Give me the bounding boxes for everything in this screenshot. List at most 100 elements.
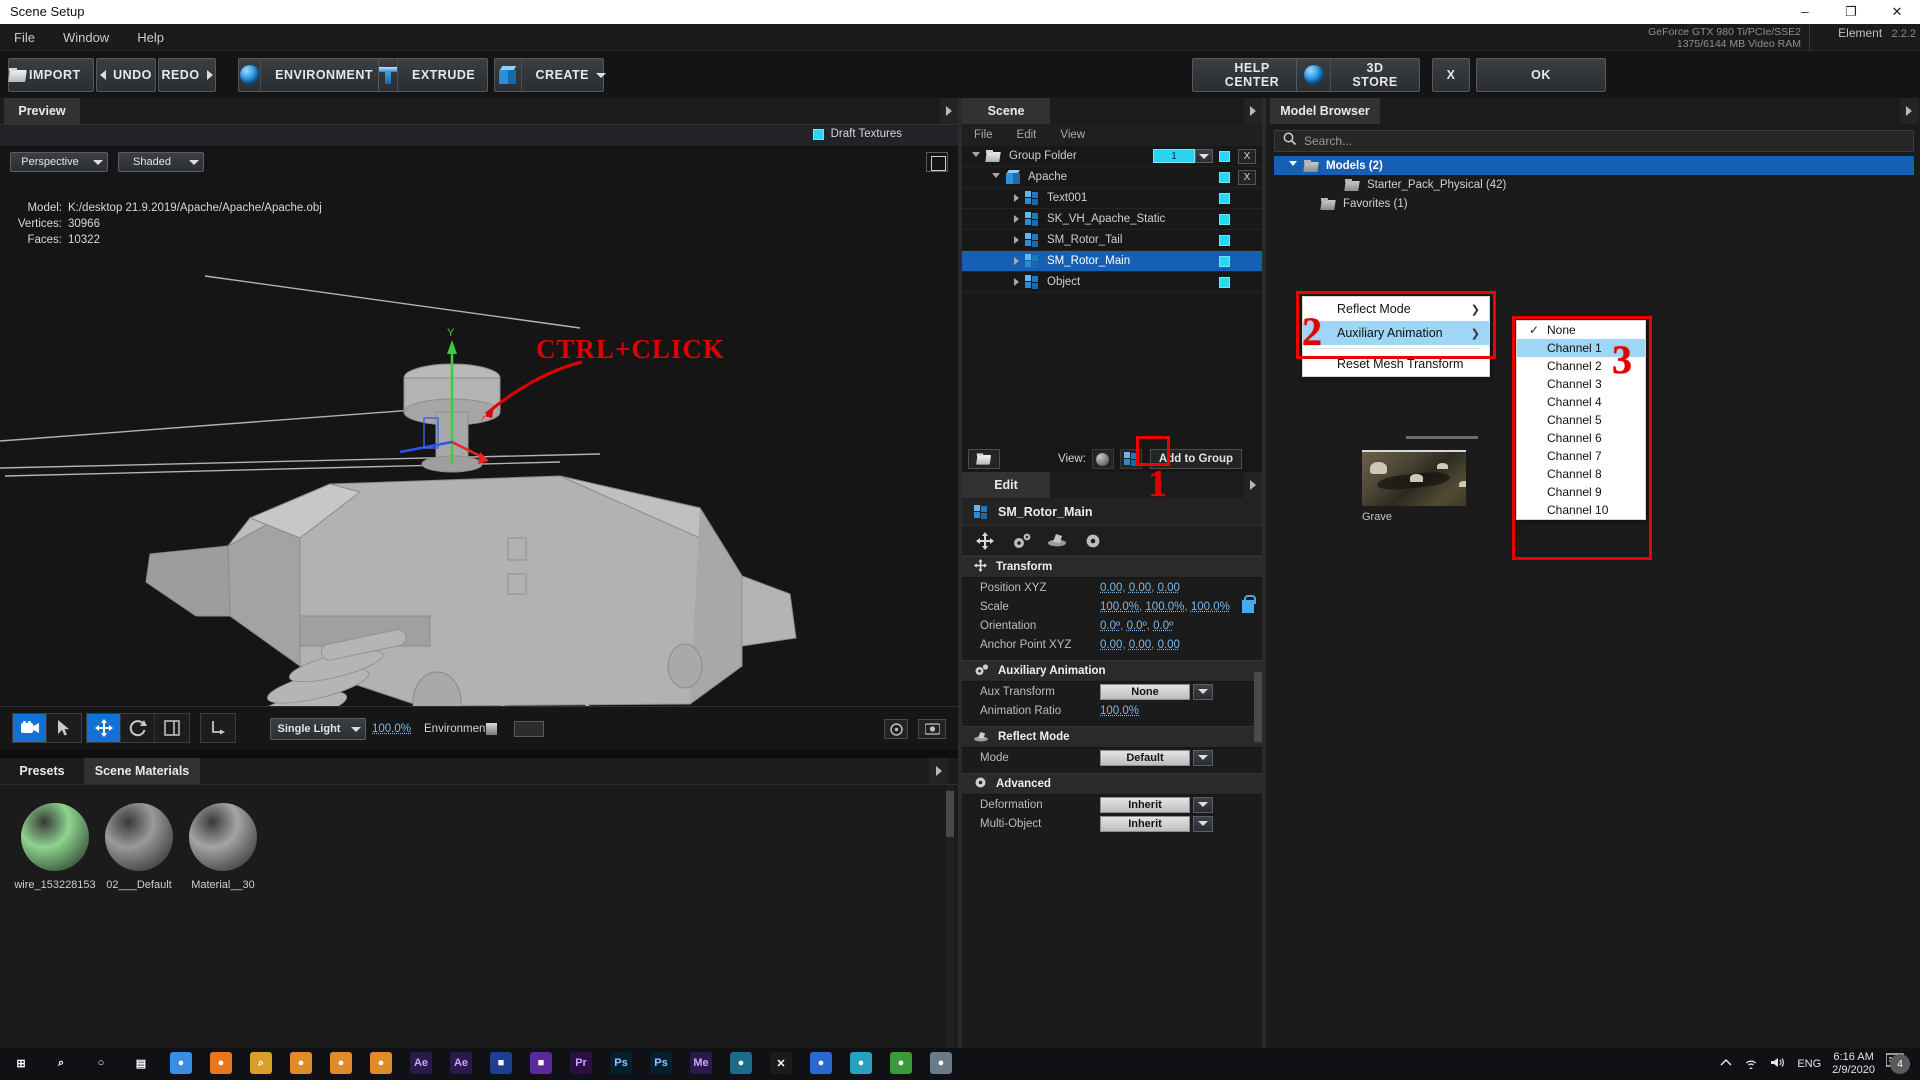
channel-menu-item[interactable]: Channel 8 xyxy=(1517,465,1645,483)
channel-menu-item[interactable]: Channel 6 xyxy=(1517,429,1645,447)
taskbar-after-effects-1[interactable]: Ae xyxy=(410,1052,434,1076)
material-item[interactable]: Material__30 xyxy=(168,803,278,891)
taskbar-after-effects-2[interactable]: Ae xyxy=(450,1052,474,1076)
ok-button[interactable]: OK xyxy=(1476,58,1606,92)
3d-viewport[interactable]: Y Perspective Shaded Model: K:/desktop 2… xyxy=(0,146,958,706)
visibility-toggle[interactable] xyxy=(1219,150,1230,162)
taskbar-app-gray[interactable]: ● xyxy=(930,1052,954,1076)
3d-store-button[interactable]: 3D STORE xyxy=(1296,58,1420,92)
cancel-button[interactable]: X xyxy=(1432,58,1470,92)
channel-menu-item[interactable]: Channel 5 xyxy=(1517,411,1645,429)
light-intensity-value[interactable]: 100.0% xyxy=(372,723,411,735)
select-tool[interactable] xyxy=(47,714,81,742)
import-button[interactable]: IMPORT xyxy=(8,58,94,92)
twirl-icon[interactable] xyxy=(992,172,1000,182)
scene-tree-row[interactable]: SK_VH_Apache_Static xyxy=(962,209,1262,230)
new-group-folder-button[interactable] xyxy=(968,449,1000,469)
numeric-value[interactable]: 0.00 xyxy=(1129,639,1151,651)
taskbar-task-view-button[interactable]: ▤ xyxy=(130,1052,154,1076)
lock-icon[interactable] xyxy=(1241,595,1256,613)
model-browser-menu-arrow[interactable] xyxy=(1900,98,1918,124)
channel-menu-item[interactable]: Channel 4 xyxy=(1517,393,1645,411)
model-browser-row[interactable]: Models (2) xyxy=(1274,156,1914,175)
model-thumbnail-card[interactable]: Grave xyxy=(1362,450,1466,523)
numeric-value[interactable]: 0.0º xyxy=(1100,620,1120,632)
gears-icon[interactable] xyxy=(1012,532,1031,550)
tab-preview[interactable]: Preview xyxy=(4,98,80,124)
scene-tree[interactable]: Group Folder 1 X Apache X Text001 SK_VH_Apache… xyxy=(962,146,1262,472)
twirl-icon[interactable] xyxy=(1014,257,1019,265)
scene-tree-row[interactable]: Group Folder 1 X xyxy=(962,146,1262,167)
dropdown-value[interactable]: Inherit xyxy=(1100,796,1190,813)
numeric-value[interactable]: 100.0% xyxy=(1100,601,1139,613)
group-dropdown-arrow[interactable] xyxy=(1195,149,1213,163)
taskbar-firefox[interactable]: ● xyxy=(210,1052,234,1076)
view-mode-dropdown[interactable]: Perspective xyxy=(10,152,108,172)
visibility-toggle[interactable] xyxy=(1219,255,1230,267)
axis-tool[interactable] xyxy=(201,714,235,742)
draft-textures-toggle[interactable]: Draft Textures xyxy=(812,128,902,140)
restore-button[interactable]: ❐ xyxy=(1828,0,1874,24)
camera-tool[interactable] xyxy=(13,714,47,742)
undo-button[interactable]: UNDO xyxy=(96,58,156,92)
section-header[interactable]: Reflect Mode xyxy=(962,726,1262,748)
clock[interactable]: 6:16 AM 2/9/2020 xyxy=(1832,1051,1875,1077)
chevron-down-icon[interactable] xyxy=(1193,815,1213,832)
view-mesh-button[interactable] xyxy=(1119,449,1142,469)
taskbar-cortana-button[interactable]: ○ xyxy=(90,1052,114,1076)
context-menu[interactable]: Reflect Mode ❯ Auxiliary Animation ❯ Reset M… xyxy=(1302,296,1490,377)
remove-button[interactable]: X xyxy=(1238,148,1256,164)
shading-mode-dropdown[interactable]: Shaded xyxy=(118,152,204,172)
twirl-icon[interactable] xyxy=(1289,161,1297,170)
taskbar-app-teal[interactable]: ● xyxy=(730,1052,754,1076)
menu-window[interactable]: Window xyxy=(49,30,123,45)
visibility-toggle[interactable] xyxy=(1219,276,1230,288)
context-menu-item[interactable]: Auxiliary Animation ❯ xyxy=(1303,321,1489,345)
tab-scene-materials[interactable]: Scene Materials xyxy=(84,758,200,784)
materials-scrollbar-thumb[interactable] xyxy=(946,791,954,837)
gizmo-settings-icon[interactable] xyxy=(884,719,908,739)
numeric-value[interactable]: 100.0% xyxy=(1191,601,1230,613)
chevron-down-icon[interactable] xyxy=(1193,796,1213,813)
expand-viewport-icon[interactable] xyxy=(926,152,948,172)
rotate-tool[interactable] xyxy=(121,714,155,742)
numeric-value[interactable]: 100.0% xyxy=(1100,705,1139,717)
section-header[interactable]: Transform xyxy=(962,556,1262,578)
environment-button[interactable]: ENVIRONMENT xyxy=(238,58,388,92)
model-browser-row[interactable]: Starter_Pack_Physical (42) xyxy=(1274,175,1914,194)
language-indicator[interactable]: ENG xyxy=(1797,1058,1821,1070)
render-settings-icon[interactable] xyxy=(918,719,946,739)
visibility-toggle[interactable] xyxy=(1219,213,1230,225)
context-menu-item[interactable]: Reflect Mode ❯ xyxy=(1303,297,1489,321)
tab-model-browser[interactable]: Model Browser xyxy=(1270,98,1380,124)
visibility-toggle[interactable] xyxy=(1219,171,1230,183)
numeric-value[interactable]: 0.0º xyxy=(1127,620,1147,632)
light-preset-dropdown[interactable]: Single Light xyxy=(270,718,366,740)
volume-icon[interactable] xyxy=(1770,1056,1786,1072)
taskbar-blender-2[interactable]: ● xyxy=(330,1052,354,1076)
help-center-button[interactable]: HELP CENTER xyxy=(1192,58,1312,92)
channel-menu-item[interactable]: Channel 10 xyxy=(1517,501,1645,519)
materials-panel-menu-arrow[interactable] xyxy=(930,758,948,784)
twirl-icon[interactable] xyxy=(1014,215,1019,223)
taskbar-blender-3[interactable]: ● xyxy=(370,1052,394,1076)
channel-menu-item[interactable]: Channel 7 xyxy=(1517,447,1645,465)
create-button[interactable]: CREATE xyxy=(494,58,604,92)
tab-edit[interactable]: Edit xyxy=(962,472,1050,498)
numeric-value[interactable]: 0.00 xyxy=(1158,582,1180,594)
environment-color-field[interactable] xyxy=(514,721,544,737)
edit-panel-menu-arrow[interactable] xyxy=(1244,472,1262,498)
visibility-toggle[interactable] xyxy=(1219,192,1230,204)
twirl-icon[interactable] xyxy=(1014,194,1019,202)
tab-scene[interactable]: Scene xyxy=(962,98,1050,124)
numeric-value[interactable]: 100.0% xyxy=(1145,601,1184,613)
group-number-field[interactable]: 1 xyxy=(1153,149,1195,163)
chevron-down-icon[interactable] xyxy=(1193,683,1213,700)
taskbar-chrome[interactable]: ● xyxy=(170,1052,194,1076)
notifications-icon[interactable]: 4 xyxy=(1885,1053,1912,1075)
twirl-icon[interactable] xyxy=(1014,278,1019,286)
move-icon[interactable] xyxy=(976,531,994,550)
taskbar-search-button[interactable]: ⌕ xyxy=(50,1052,74,1076)
scene-tree-row[interactable]: SM_Rotor_Main xyxy=(962,251,1262,272)
create-dropdown-arrow[interactable] xyxy=(596,58,618,92)
